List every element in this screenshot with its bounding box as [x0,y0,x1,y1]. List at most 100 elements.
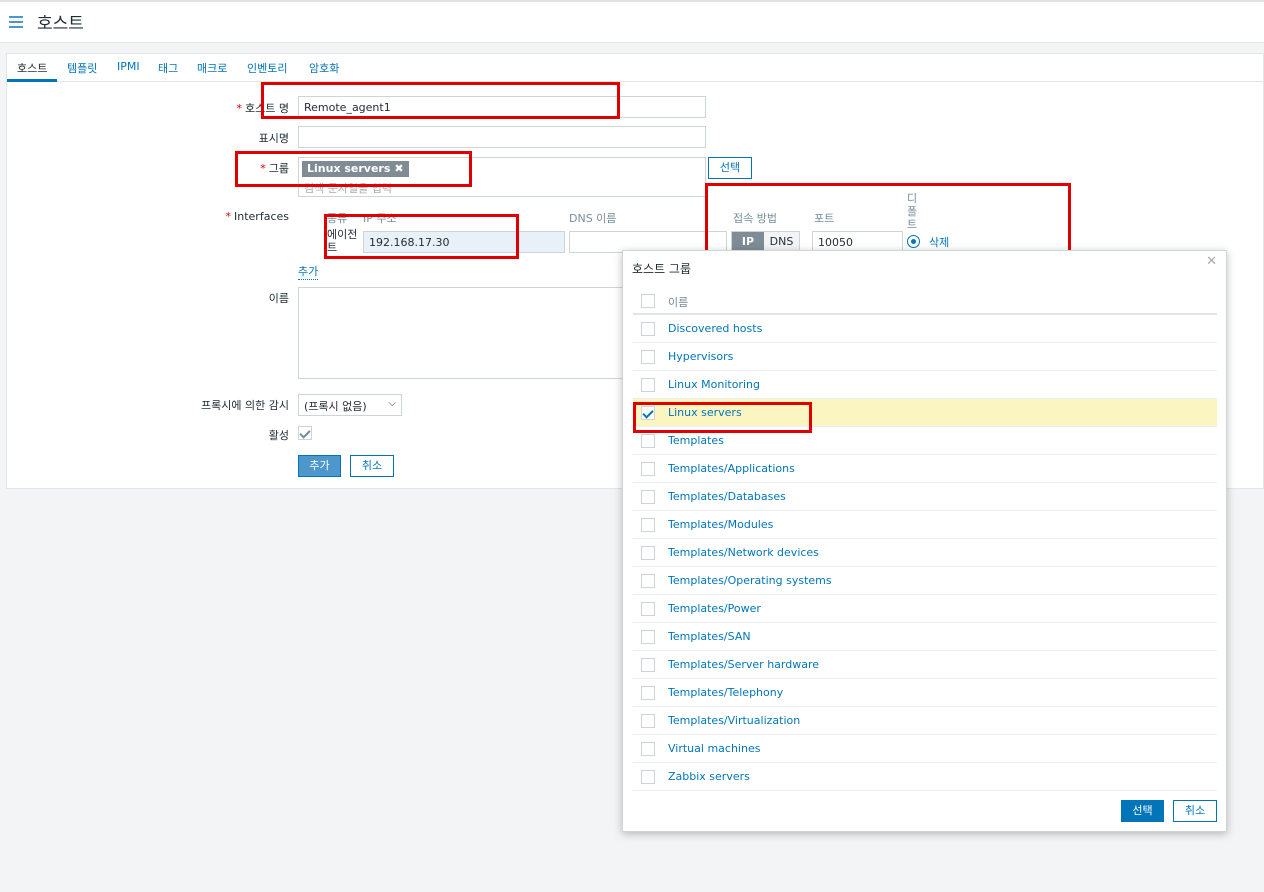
close-icon[interactable]: ✕ [1206,254,1217,269]
list-item[interactable]: Templates/Databases [633,483,1217,511]
list-item[interactable]: Templates/Network devices [633,539,1217,567]
list-item[interactable]: Virtual machines [633,735,1217,763]
tab-templates[interactable]: 템플릿 [67,60,97,76]
chevron-down-icon: ⌵ [388,398,396,409]
group-checkbox[interactable] [641,770,655,784]
tab-bar: 호스트 템플릿 IPMI 태그 매크로 인벤토리 암호화 [7,54,1263,82]
default-radio[interactable] [907,235,920,248]
iface-col-port: 포트 [814,212,835,225]
iface-ip-input[interactable] [363,231,565,253]
group-checkbox[interactable] [641,406,655,420]
list-item[interactable]: Templates/SAN [633,623,1217,651]
group-name-link[interactable]: Zabbix servers [668,770,750,783]
group-checkbox[interactable] [641,462,655,476]
connect-dns-option[interactable]: DNS [764,232,799,252]
description-label: 이름 [268,292,289,305]
list-item[interactable]: Templates/Virtualization [633,707,1217,735]
list-item[interactable]: Templates/Telephony [633,679,1217,707]
proxy-select[interactable]: (프록시 없음) ⌵ [298,394,402,416]
display-name-input[interactable] [298,126,706,148]
dialog-cancel-button[interactable]: 취소 [1173,800,1217,822]
list-header-name: 이름 [668,296,689,309]
proxy-label: 프록시에 의한 감시 [201,399,289,412]
group-checkbox[interactable] [641,630,655,644]
group-name-link[interactable]: Templates [668,434,724,447]
group-name-link[interactable]: Hypervisors [668,350,733,363]
tab-host[interactable]: 호스트 [17,60,47,76]
page-header: 호스트 [0,2,1264,43]
page-title: 호스트 [37,14,84,34]
select-all-checkbox[interactable] [641,294,655,308]
group-checkbox[interactable] [641,322,655,336]
display-name-label: 표시명 [258,132,289,145]
enabled-label: 활성 [268,429,289,442]
list-header: 이름 [633,287,1217,315]
group-name-link[interactable]: Templates/Virtualization [668,714,800,727]
interfaces-label: * Interfaces [225,210,289,223]
list-item[interactable]: Templates/Server hardware [633,651,1217,679]
iface-add-link[interactable]: 추가 [298,263,319,280]
group-name-link[interactable]: Templates/Applications [668,462,795,475]
dialog-select-button[interactable]: 선택 [1121,800,1164,822]
group-select-button[interactable]: 선택 [708,157,752,179]
group-name-link[interactable]: Templates/Databases [668,490,786,503]
list-item[interactable]: Templates [633,427,1217,455]
group-checkbox[interactable] [641,574,655,588]
tab-encryption[interactable]: 암호화 [309,60,339,76]
group-name-link[interactable]: Templates/SAN [668,630,751,643]
active-tab-underline [7,79,57,82]
group-search-placeholder[interactable]: 검색 문자열을 입력 [304,180,392,196]
group-name-link[interactable]: Templates/Network devices [668,546,819,559]
list-item[interactable]: Templates/Applications [633,455,1217,483]
group-name-link[interactable]: Templates/Power [668,602,761,615]
group-checkbox[interactable] [641,714,655,728]
remove-chip-icon[interactable]: ✖ [394,162,403,175]
enabled-checkbox[interactable] [298,426,312,440]
tab-macros[interactable]: 매크로 [197,60,227,76]
list-item[interactable]: Templates/Operating systems [633,567,1217,595]
tab-ipmi[interactable]: IPMI [117,60,140,73]
group-checkbox[interactable] [641,742,655,756]
group-checkbox[interactable] [641,546,655,560]
host-group-dialog: 호스트 그룹 ✕ 이름 Discovered hosts Hypervisors L… [622,250,1227,832]
group-checkbox[interactable] [641,518,655,532]
groups-multiselect[interactable]: Linux servers ✖ 검색 문자열을 입력 [298,157,706,197]
host-name-label: * 호스트 명 [236,102,289,115]
hamburger-menu-icon[interactable] [9,16,23,28]
group-name-link[interactable]: Templates/Modules [668,518,773,531]
groups-label: * 그룹 [260,162,289,175]
iface-remove-link[interactable]: 삭제 [929,234,950,251]
tab-inventory[interactable]: 인벤토리 [247,60,287,76]
list-item[interactable]: Hypervisors [633,343,1217,371]
group-checkbox[interactable] [641,490,655,504]
group-checkbox[interactable] [641,686,655,700]
list-item[interactable]: Linux Monitoring [633,371,1217,399]
group-checkbox[interactable] [641,378,655,392]
group-checkbox[interactable] [641,350,655,364]
group-name-link[interactable]: Templates/Telephony [668,686,783,699]
group-name-link[interactable]: Virtual machines [668,742,760,755]
tab-tags[interactable]: 태그 [158,60,178,76]
connect-ip-option[interactable]: IP [732,232,764,252]
cancel-host-button[interactable]: 취소 [350,455,394,477]
iface-col-connect: 접속 방법 [733,212,777,225]
group-name-link[interactable]: Discovered hosts [668,322,762,335]
group-name-link[interactable]: Linux servers [668,406,742,419]
group-checkbox[interactable] [641,434,655,448]
iface-col-default: 디폴트 [907,192,918,231]
group-checkbox[interactable] [641,658,655,672]
group-name-link[interactable]: Templates/Server hardware [668,658,819,671]
list-item[interactable]: Linux servers [633,399,1217,427]
list-item[interactable]: Discovered hosts [633,315,1217,343]
description-textarea[interactable] [298,287,628,379]
group-name-link[interactable]: Linux Monitoring [668,378,760,391]
group-name-link[interactable]: Templates/Operating systems [668,574,832,587]
group-chip: Linux servers ✖ [302,161,409,177]
group-checkbox[interactable] [641,602,655,616]
list-item[interactable]: Templates/Modules [633,511,1217,539]
list-item[interactable]: Templates/Power [633,595,1217,623]
add-host-button[interactable]: 추가 [298,455,341,477]
dialog-title: 호스트 그룹 [632,262,692,276]
list-item[interactable]: Zabbix servers [633,763,1217,791]
host-name-input[interactable] [298,96,706,118]
